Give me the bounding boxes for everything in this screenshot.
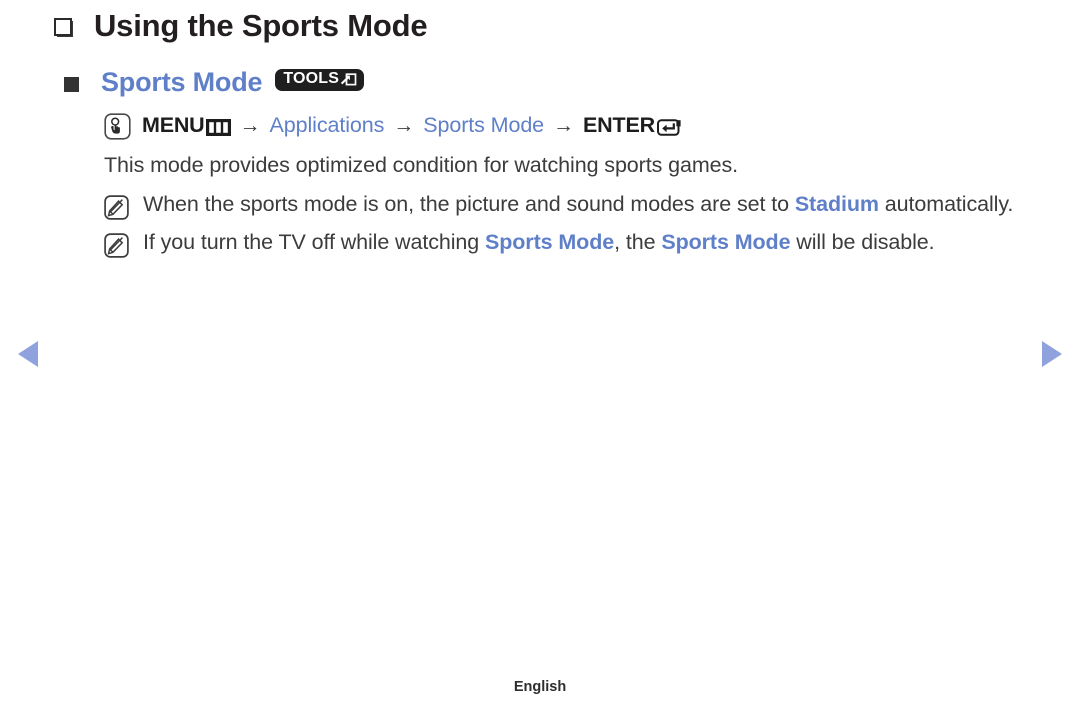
note-part-plain-2: automatically. — [878, 191, 1014, 216]
note-pencil-icon — [104, 232, 129, 263]
path-arrow-2: → — [393, 113, 415, 137]
path-step-applications[interactable]: Applications — [270, 113, 385, 138]
note-part-plain: If you turn the TV off while watching — [143, 229, 485, 254]
note-item: If you turn the TV off while watching Sp… — [54, 228, 1026, 258]
hand-press-button-icon — [104, 113, 131, 140]
description-text: This mode provides optimized condition f… — [104, 153, 739, 177]
note-text: If you turn the TV off while watching Sp… — [143, 228, 935, 257]
note-item: When the sports mode is on, the picture … — [54, 190, 1026, 220]
section-heading-text: Sports Mode — [101, 67, 263, 97]
page-content: Using the Sports Mode Sports Mode TOOLS — [54, 10, 1026, 266]
page-title-text: Using the Sports Mode — [94, 8, 428, 43]
page-title: Using the Sports Mode — [54, 10, 1026, 41]
prev-page-arrow[interactable] — [18, 341, 38, 367]
note-pencil-icon — [104, 194, 129, 225]
tools-arrow-into-box-icon — [340, 71, 357, 88]
enter-key-return-icon — [656, 118, 683, 137]
menu-three-bars-icon — [205, 119, 231, 136]
note-part-highlight: Sports Mode — [485, 229, 615, 254]
note-part-plain: When the sports mode is on, the picture … — [143, 191, 795, 216]
path-arrow-1: → — [239, 113, 261, 137]
path-step-sports-mode[interactable]: Sports Mode — [423, 113, 544, 138]
tools-badge[interactable]: TOOLS — [275, 68, 365, 91]
filled-square-bullet-icon — [64, 76, 79, 92]
menu-path: MENU → Applications → Sports Mode → ENTE… — [54, 112, 1026, 140]
note-part-plain-3: will be disable. — [790, 229, 935, 254]
hollow-square-bullet-icon — [54, 18, 73, 37]
section-heading: Sports Mode TOOLS — [54, 67, 1026, 98]
note-part-plain-2: , the — [614, 229, 662, 254]
enter-button-label: ENTER — [583, 113, 655, 137]
path-arrow-3: → — [553, 113, 575, 137]
note-text: When the sports mode is on, the picture … — [143, 190, 1013, 219]
note-part-highlight: Stadium — [794, 191, 879, 216]
menu-button-label: MENU — [142, 113, 205, 137]
footer-language: English — [513, 679, 567, 695]
tools-badge-label: TOOLS — [283, 70, 340, 87]
next-page-arrow[interactable] — [1042, 341, 1062, 367]
note-part-highlight-2: Sports Mode — [661, 229, 791, 254]
